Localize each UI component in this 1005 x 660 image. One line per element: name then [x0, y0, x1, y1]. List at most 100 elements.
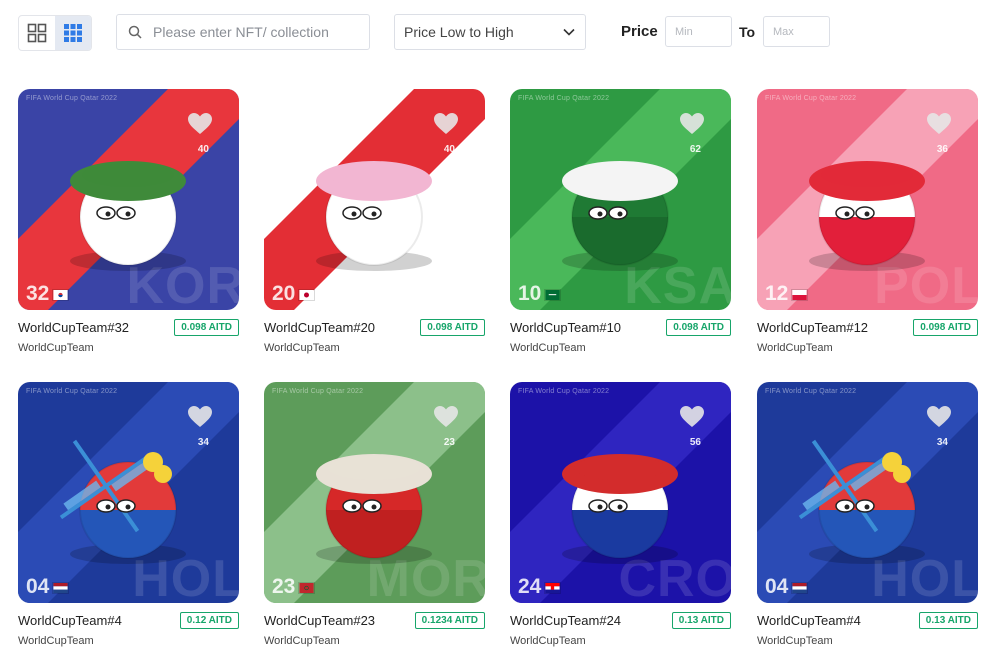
- nft-image[interactable]: FIFA World Cup Qatar 2022 JAPA 40 20: [264, 89, 485, 310]
- max-price-input[interactable]: [763, 16, 830, 47]
- price-badge: 0.098 AITD: [420, 319, 485, 336]
- team-number: 10: [518, 282, 562, 306]
- view-toggle: [18, 15, 92, 51]
- country-flag-icon: [52, 289, 70, 301]
- nft-card[interactable]: FIFA World Cup Qatar 2022 MOR 23 23 WorldCup…: [264, 382, 485, 647]
- country-flag-icon: [544, 582, 562, 594]
- nft-name[interactable]: WorldCupTeam#24: [510, 613, 621, 628]
- nft-image[interactable]: FIFA World Cup Qatar 2022 KOR 40 32: [18, 89, 239, 310]
- price-label: Price: [621, 23, 658, 40]
- team-number: 04: [765, 575, 809, 599]
- team-number: 20: [272, 282, 316, 306]
- large-grid-view-button[interactable]: [19, 16, 55, 50]
- nft-card[interactable]: FIFA World Cup Qatar 2022 POL 36 12 WorldCup…: [757, 89, 978, 354]
- team-number-text: 24: [518, 575, 542, 598]
- search-box: [116, 14, 370, 50]
- nft-card[interactable]: FIFA World Cup Qatar 2022 KOR 40 32 WorldCup…: [18, 89, 239, 354]
- nft-name[interactable]: WorldCupTeam#32: [18, 320, 129, 335]
- heart-icon[interactable]: [433, 112, 459, 136]
- nft-title-row: WorldCupTeam#10 0.098 AITD: [510, 319, 731, 336]
- like-count: 40: [197, 144, 209, 155]
- price-badge: 0.098 AITD: [913, 319, 978, 336]
- nft-title-row: WorldCupTeam#12 0.098 AITD: [757, 319, 978, 336]
- nft-card[interactable]: FIFA World Cup Qatar 2022 CRO 56 24 WorldCup…: [510, 382, 731, 647]
- nft-name[interactable]: WorldCupTeam#23: [264, 613, 375, 628]
- nft-image[interactable]: FIFA World Cup Qatar 2022 POL 36 12: [757, 89, 978, 310]
- like-count: 62: [689, 144, 701, 155]
- nft-title-row: WorldCupTeam#4 0.12 AITD: [18, 612, 239, 629]
- to-label: To: [739, 24, 756, 40]
- team-number-text: 12: [765, 282, 789, 305]
- collection-name[interactable]: WorldCupTeam: [264, 342, 485, 354]
- price-badge: 0.098 AITD: [174, 319, 239, 336]
- collection-name[interactable]: WorldCupTeam: [510, 342, 731, 354]
- nft-name[interactable]: WorldCupTeam#20: [264, 320, 375, 335]
- nft-name[interactable]: WorldCupTeam#4: [757, 613, 861, 628]
- country-flag-icon: [298, 289, 316, 301]
- nft-card[interactable]: FIFA World Cup Qatar 2022 HOL 34 04 WorldCup…: [18, 382, 239, 647]
- small-grid-icon: [64, 24, 82, 42]
- nft-title-row: WorldCupTeam#24 0.13 AITD: [510, 612, 731, 629]
- large-grid-icon: [27, 23, 47, 43]
- nft-name[interactable]: WorldCupTeam#12: [757, 320, 868, 335]
- team-number: 24: [518, 575, 562, 599]
- heart-icon[interactable]: [679, 405, 705, 429]
- heart-icon[interactable]: [187, 405, 213, 429]
- search-input[interactable]: [153, 24, 363, 40]
- price-badge: 0.12 AITD: [179, 612, 239, 629]
- like-count: 23: [443, 437, 455, 448]
- team-number: 32: [26, 282, 70, 306]
- price-badge: 0.13 AITD: [918, 612, 978, 629]
- like-count: 56: [689, 437, 701, 448]
- like-count: 36: [936, 144, 948, 155]
- nft-image[interactable]: FIFA World Cup Qatar 2022 HOL 34 04: [18, 382, 239, 603]
- nft-image[interactable]: FIFA World Cup Qatar 2022 KSA 62 10: [510, 89, 731, 310]
- team-number-text: 04: [26, 575, 50, 598]
- like-count: 34: [936, 437, 948, 448]
- heart-icon[interactable]: [679, 112, 705, 136]
- price-badge: 0.1234 AITD: [414, 612, 485, 629]
- small-grid-view-button[interactable]: [55, 16, 91, 50]
- sort-select[interactable]: Price Low to High: [394, 14, 586, 50]
- country-flag-icon: [298, 582, 316, 594]
- team-number: 23: [272, 575, 316, 599]
- team-number-text: 10: [518, 282, 542, 305]
- collection-name[interactable]: WorldCupTeam: [757, 635, 978, 647]
- collection-name[interactable]: WorldCupTeam: [18, 342, 239, 354]
- collection-name[interactable]: WorldCupTeam: [757, 342, 978, 354]
- search-icon: [117, 25, 153, 39]
- price-badge: 0.13 AITD: [671, 612, 731, 629]
- nft-image[interactable]: FIFA World Cup Qatar 2022 MOR 23 23: [264, 382, 485, 603]
- country-flag-icon: [544, 289, 562, 301]
- nft-card[interactable]: FIFA World Cup Qatar 2022 KSA 62 10 WorldCup…: [510, 89, 731, 354]
- country-flag-icon: [52, 582, 70, 594]
- nft-card[interactable]: FIFA World Cup Qatar 2022 JAPA 40 20 WorldCu…: [264, 89, 485, 354]
- nft-card[interactable]: FIFA World Cup Qatar 2022 HOL 34 04 WorldCup…: [757, 382, 978, 647]
- country-flag-icon: [791, 582, 809, 594]
- collection-name[interactable]: WorldCupTeam: [510, 635, 731, 647]
- heart-icon[interactable]: [187, 112, 213, 136]
- nft-title-row: WorldCupTeam#23 0.1234 AITD: [264, 612, 485, 629]
- team-number-text: 04: [765, 575, 789, 598]
- nft-image[interactable]: FIFA World Cup Qatar 2022 HOL 34 04: [757, 382, 978, 603]
- min-price-input[interactable]: [665, 16, 732, 47]
- nft-title-row: WorldCupTeam#4 0.13 AITD: [757, 612, 978, 629]
- nft-name[interactable]: WorldCupTeam#4: [18, 613, 122, 628]
- price-badge: 0.098 AITD: [666, 319, 731, 336]
- country-flag-icon: [791, 289, 809, 301]
- nft-name[interactable]: WorldCupTeam#10: [510, 320, 621, 335]
- team-number-text: 32: [26, 282, 50, 305]
- heart-icon[interactable]: [433, 405, 459, 429]
- chevron-down-icon: [563, 28, 575, 36]
- heart-icon[interactable]: [926, 405, 952, 429]
- team-number-text: 23: [272, 575, 296, 598]
- team-number: 04: [26, 575, 70, 599]
- team-number-text: 20: [272, 282, 296, 305]
- heart-icon[interactable]: [926, 112, 952, 136]
- nft-title-row: WorldCupTeam#32 0.098 AITD: [18, 319, 239, 336]
- collection-name[interactable]: WorldCupTeam: [264, 635, 485, 647]
- like-count: 40: [443, 144, 455, 155]
- nft-title-row: WorldCupTeam#20 0.098 AITD: [264, 319, 485, 336]
- nft-image[interactable]: FIFA World Cup Qatar 2022 CRO 56 24: [510, 382, 731, 603]
- collection-name[interactable]: WorldCupTeam: [18, 635, 239, 647]
